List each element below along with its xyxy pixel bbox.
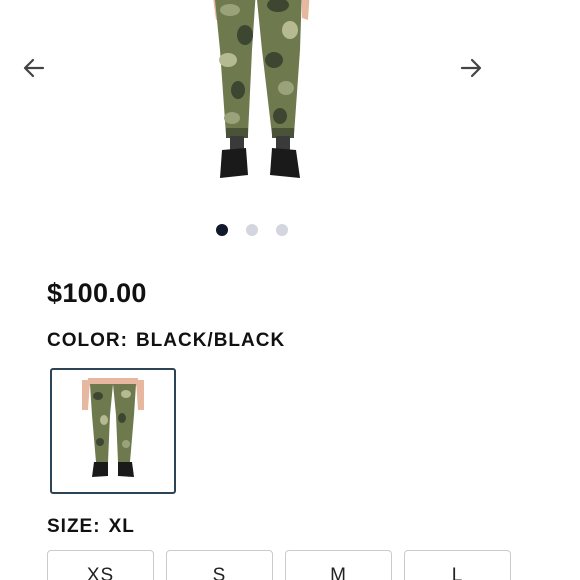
arrow-right-icon — [460, 58, 482, 78]
product-price: $100.00 — [47, 278, 147, 308]
arrow-left-icon — [23, 58, 45, 78]
size-option-s[interactable]: S — [166, 550, 273, 580]
carousel-prev-button[interactable] — [18, 52, 50, 84]
color-swatch-black[interactable] — [50, 368, 176, 494]
product-image-carousel — [0, 0, 580, 250]
carousel-next-button[interactable] — [455, 52, 487, 84]
color-swatch-image — [82, 378, 144, 477]
size-heading: SIZE: XL — [47, 516, 135, 538]
size-label: SIZE: — [47, 516, 101, 537]
color-heading: COLOR: BLACK/BLACK — [47, 330, 285, 352]
color-label: COLOR: — [47, 330, 128, 351]
size-option-m[interactable]: M — [285, 550, 392, 580]
size-option-xs[interactable]: XS — [47, 550, 154, 580]
color-value: BLACK/BLACK — [135, 330, 286, 351]
carousel-pagination — [216, 224, 288, 236]
size-value: XL — [108, 516, 135, 537]
size-option-l[interactable]: L — [404, 550, 511, 580]
product-main-image — [213, 0, 310, 178]
carousel-dot-1[interactable] — [216, 224, 228, 236]
carousel-dot-2[interactable] — [246, 224, 258, 236]
carousel-dot-3[interactable] — [276, 224, 288, 236]
size-options: XS S M L — [47, 550, 511, 580]
